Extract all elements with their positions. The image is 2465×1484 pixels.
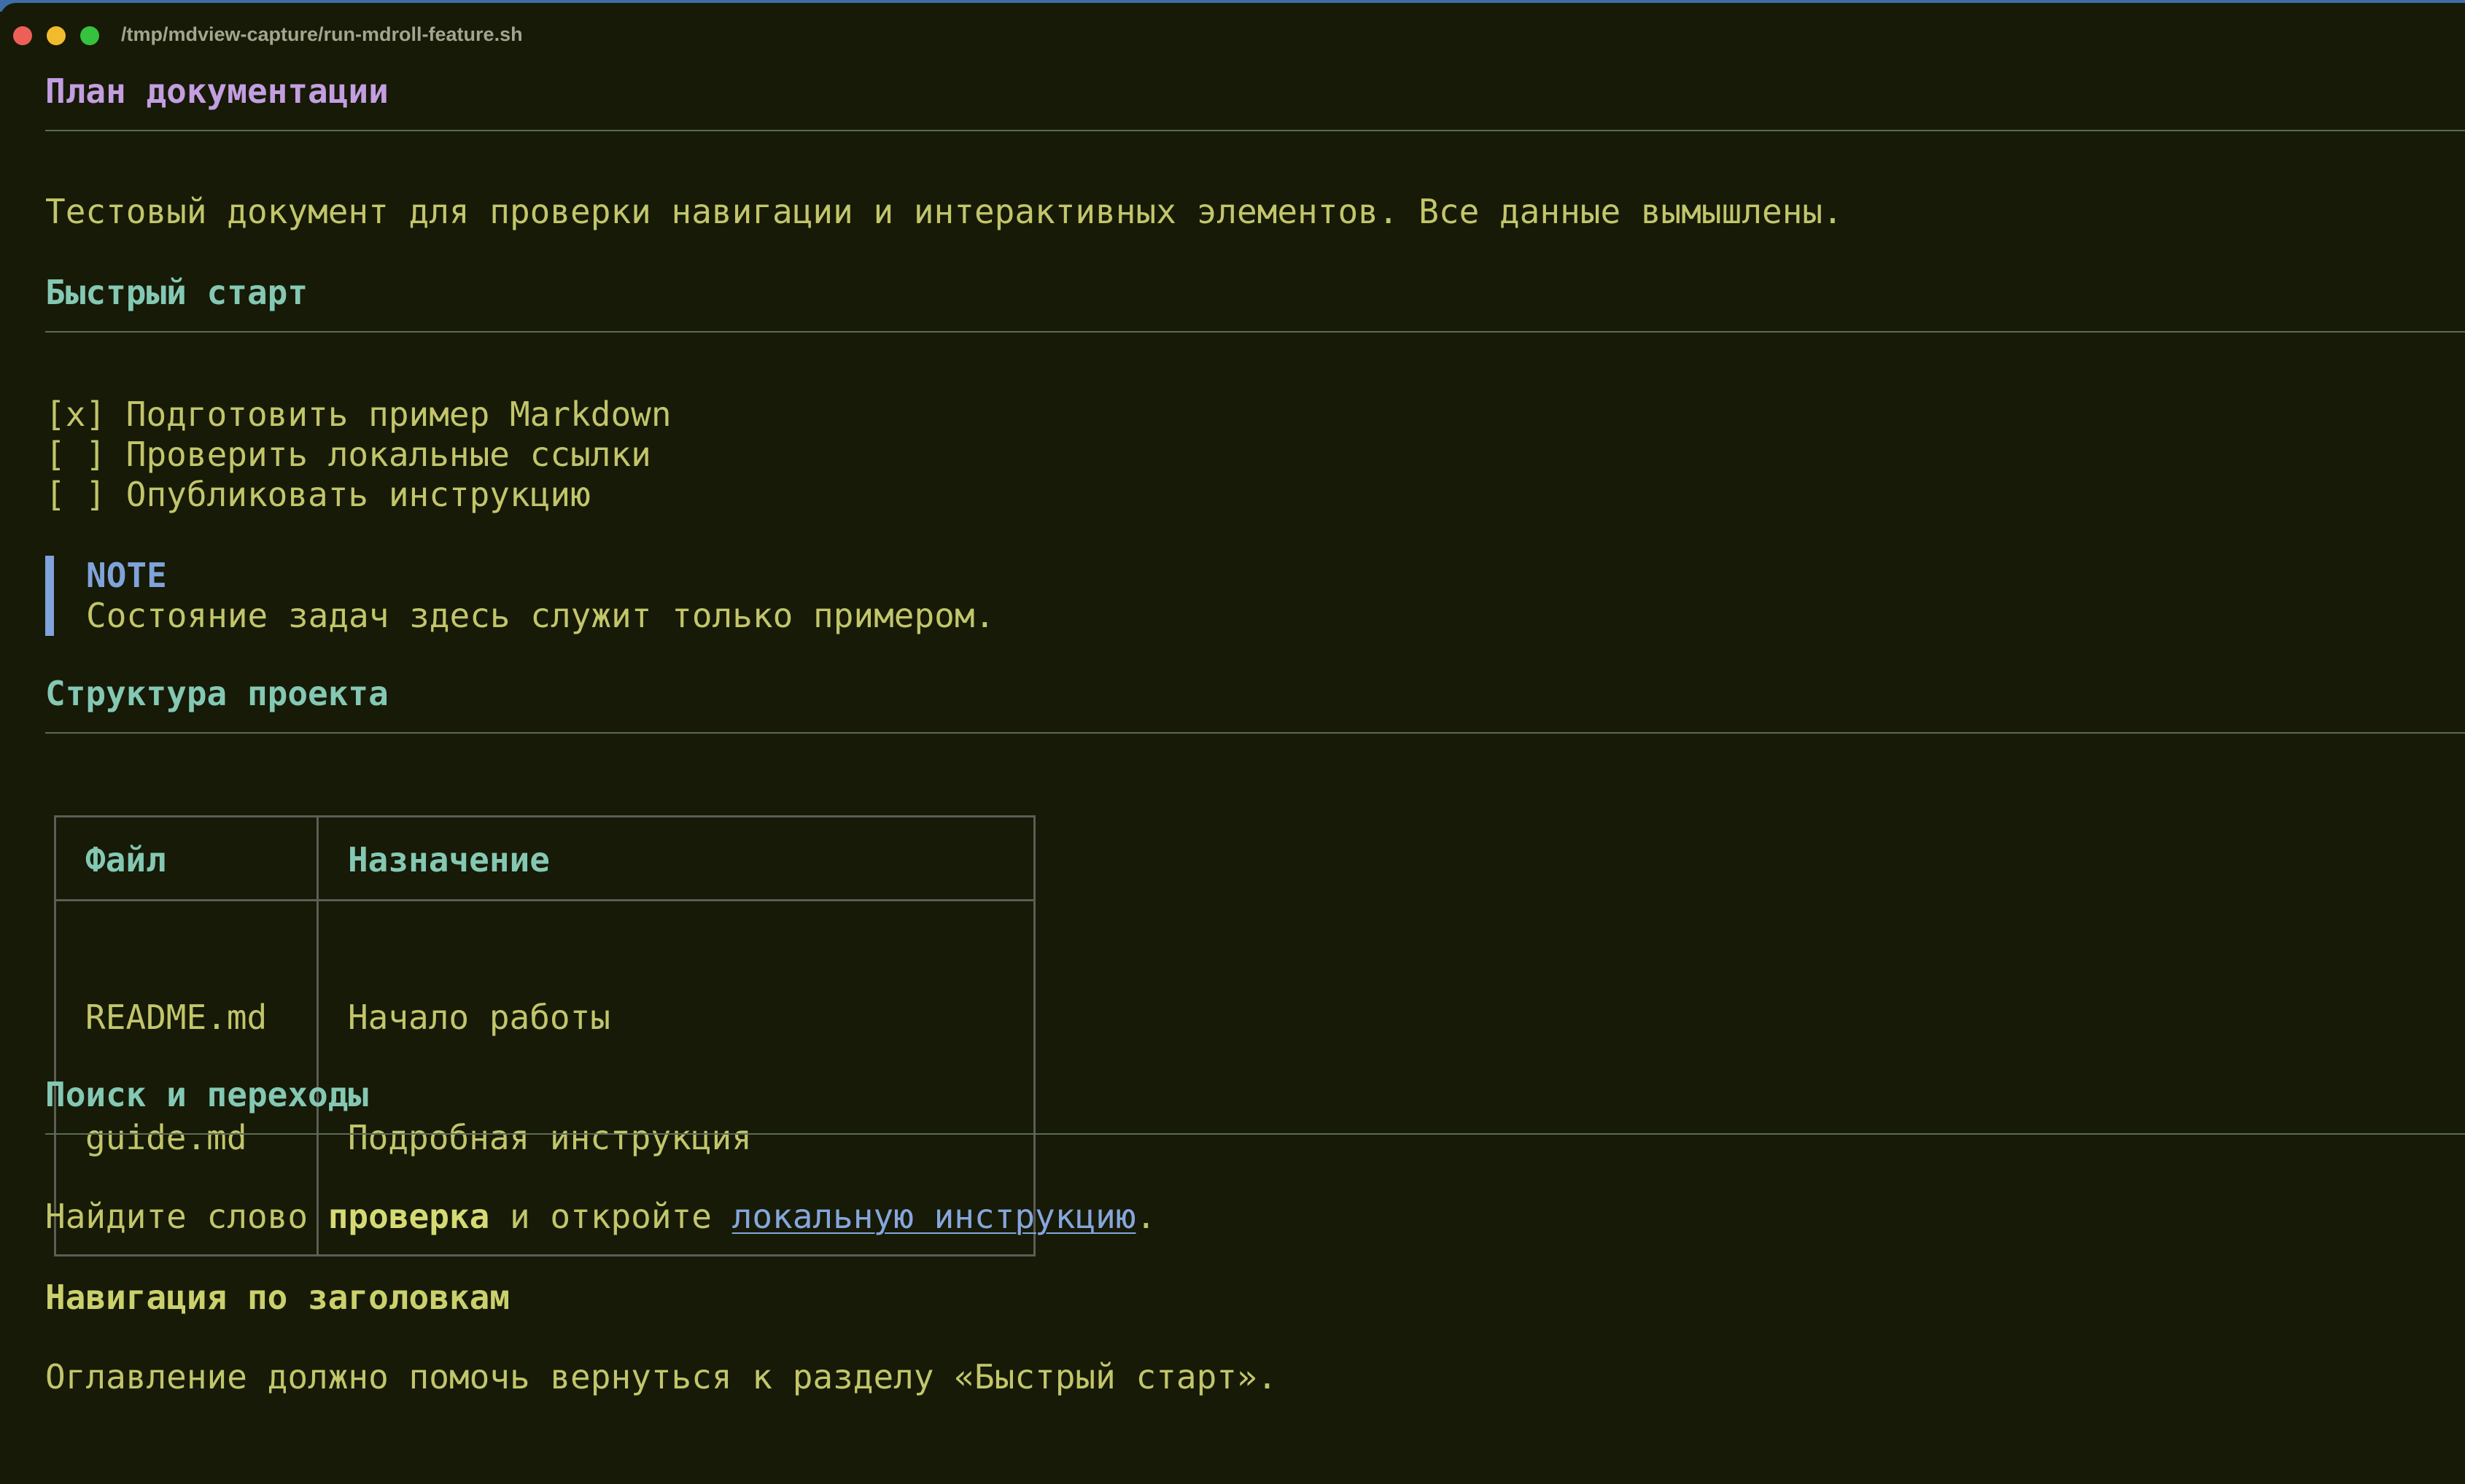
table-header-row: Файл Назначение [54, 815, 1036, 901]
title-divider [45, 130, 2465, 131]
task-item[interactable]: [x] Подготовить пример Markdown [45, 395, 672, 435]
structure-divider [45, 732, 2465, 734]
quick-start-divider [45, 331, 2465, 333]
task-checkbox-unchecked[interactable]: [ ] [45, 475, 106, 514]
heading-quick-start: Быстрый старт [45, 273, 308, 312]
navigation-paragraph: Оглавление должно помочь вернуться к раз… [45, 1357, 1278, 1396]
table-cell-text: guide.md [85, 1118, 247, 1157]
document-title: План документации [45, 71, 389, 111]
search-divider [45, 1133, 2465, 1135]
note-text: Состояние задач здесь служит только прим… [86, 596, 995, 635]
heading-search-and-links: Поиск и переходы [45, 1075, 369, 1114]
task-item[interactable]: [ ] Проверить локальные ссылки [45, 435, 651, 475]
terminal-window: /tmp/mdview-capture/run-mdroll-feature.s… [0, 3, 2465, 1484]
intro-paragraph: Тестовый документ для проверки навигации… [45, 192, 1843, 231]
task-checkbox-checked[interactable]: [x] [45, 395, 106, 434]
task-item[interactable]: [ ] Опубликовать инструкцию [45, 475, 591, 515]
table-cell-text: README.md [85, 998, 268, 1037]
task-label: Проверить локальные ссылки [125, 435, 651, 474]
bold-word: проверка [327, 1197, 490, 1236]
task-checkbox-unchecked[interactable]: [ ] [45, 435, 106, 474]
heading-navigation: Навигация по заголовкам [45, 1278, 510, 1317]
task-label: Подготовить пример Markdown [125, 395, 672, 434]
table-cell-text: Подробная инструкция [347, 1118, 752, 1157]
heading-project-structure: Структура проекта [45, 674, 389, 713]
search-text-before: Найдите слово [45, 1197, 328, 1236]
task-label: Опубликовать инструкцию [125, 475, 591, 514]
markdown-document: План документации Тестовый документ для … [45, 3, 2465, 1396]
close-window-button[interactable] [13, 26, 32, 45]
search-text-after: . [1136, 1197, 1157, 1236]
table-header-cell: Назначение [316, 815, 1036, 901]
local-guide-link[interactable]: локальную инструкцию [732, 1197, 1136, 1236]
note-accent-bar [45, 556, 54, 636]
table-header-cell: Файл [54, 815, 319, 901]
structure-table: Файл Назначение README.md guide.md Начал… [54, 815, 1036, 1256]
search-text-middle: и откройте [489, 1197, 732, 1236]
table-cell-text: Начало работы [347, 998, 610, 1037]
note-label: NOTE [86, 556, 167, 595]
search-paragraph: Найдите слово проверка и откройте локаль… [45, 1197, 1156, 1237]
